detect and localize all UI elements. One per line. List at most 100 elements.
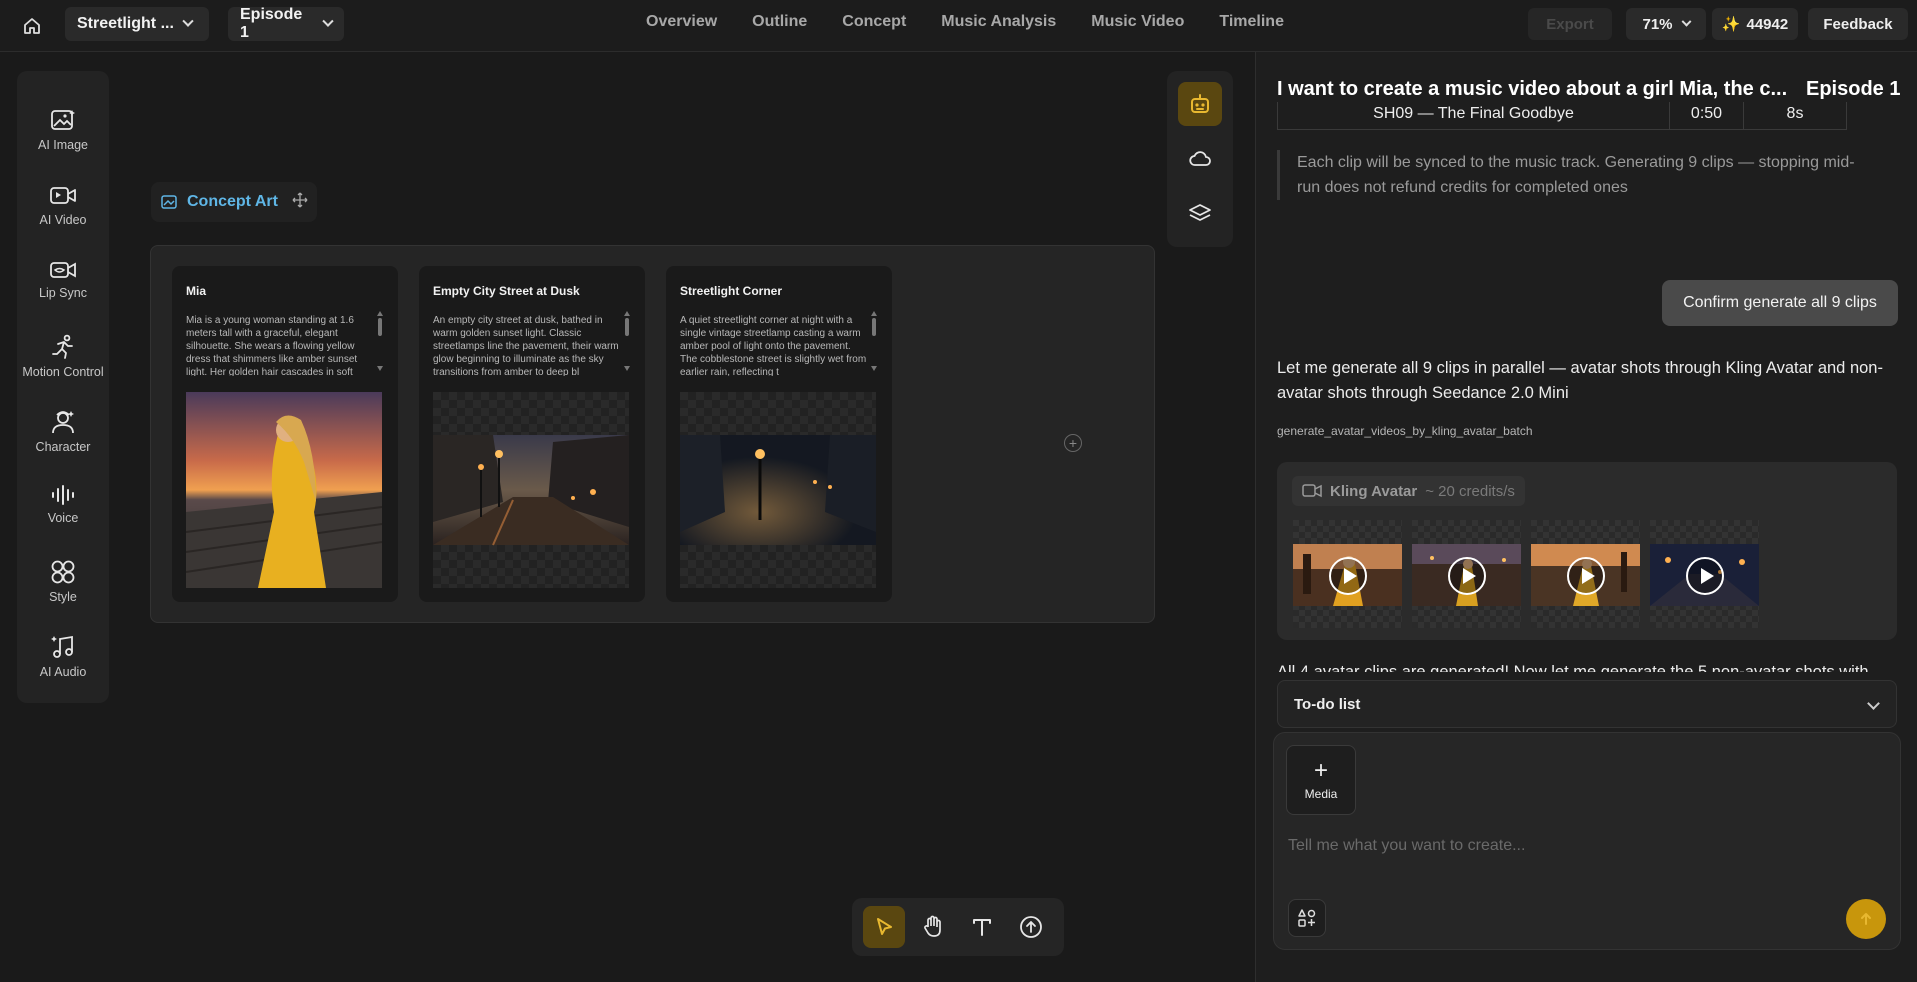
audio-icon: [51, 635, 73, 658]
scroll-down-icon[interactable]: [624, 366, 630, 371]
project-name: Streetlight ...: [77, 15, 174, 32]
tool-label: AI Video: [39, 213, 87, 227]
apps-icon: [1298, 909, 1316, 927]
hand-icon: [924, 915, 941, 937]
tool-voice[interactable]: Voice: [17, 462, 109, 532]
model-name: Kling Avatar: [1330, 482, 1418, 500]
nav-outline[interactable]: Outline: [752, 13, 807, 31]
scroll-up-icon[interactable]: [377, 311, 383, 316]
scroll-down-icon[interactable]: [377, 366, 383, 371]
feedback-button[interactable]: Feedback: [1808, 8, 1908, 40]
chat-input[interactable]: Tell me what you want to create...: [1288, 837, 1525, 855]
project-dropdown[interactable]: Streetlight ...: [65, 7, 209, 41]
nav-timeline[interactable]: Timeline: [1219, 13, 1284, 31]
confirm-generate-button[interactable]: Confirm generate all 9 clips: [1662, 280, 1898, 326]
scroll-up-icon[interactable]: [871, 311, 877, 316]
motion-icon: [52, 334, 73, 359]
play-icon[interactable]: [1448, 557, 1486, 595]
shot-duration: 8s: [1786, 104, 1804, 122]
cloud-button[interactable]: [1178, 137, 1222, 181]
main-nav: Overview Outline Concept Music Analysis …: [646, 0, 1319, 44]
add-media-button[interactable]: + Media: [1286, 745, 1356, 815]
tool-style[interactable]: Style: [17, 537, 109, 607]
concept-card-mia[interactable]: Mia Mia is a young woman standing at 1.6…: [172, 266, 398, 602]
hand-tool[interactable]: [912, 906, 954, 948]
voice-icon: [52, 485, 74, 505]
video-icon: [50, 187, 76, 204]
video-clip-1[interactable]: [1293, 520, 1402, 628]
nav-concept[interactable]: Concept: [842, 13, 906, 31]
select-tool[interactable]: [863, 906, 905, 948]
credits-badge[interactable]: ✨ 44942: [1712, 8, 1798, 40]
nav-music-video[interactable]: Music Video: [1091, 13, 1184, 31]
tool-label: Lip Sync: [39, 286, 87, 300]
upload-tool[interactable]: [1010, 906, 1052, 948]
play-icon[interactable]: [1329, 557, 1367, 595]
tool-ai-video[interactable]: AI Video: [17, 162, 109, 232]
image-icon: [161, 195, 177, 209]
play-icon[interactable]: [1567, 557, 1605, 595]
tool-label: AI Audio: [39, 665, 87, 679]
tool-ai-audio[interactable]: AI Audio: [17, 612, 109, 682]
kling-avatar-result: Kling Avatar ~ 20 credits/s: [1277, 462, 1897, 640]
model-credits: ~ 20 credits/s: [1425, 482, 1515, 500]
export-button[interactable]: Export: [1528, 8, 1612, 40]
todo-label: To-do list: [1294, 695, 1361, 713]
todo-list-toggle[interactable]: To-do list: [1277, 680, 1897, 728]
video-clip-2[interactable]: [1412, 520, 1521, 628]
add-card-button[interactable]: +: [1064, 434, 1082, 452]
video-clip-3[interactable]: [1531, 520, 1640, 628]
cursor-icon: [877, 918, 892, 935]
card-image[interactable]: [433, 392, 629, 588]
layers-icon: [1189, 204, 1211, 221]
card-image[interactable]: [680, 392, 876, 588]
nav-overview[interactable]: Overview: [646, 13, 717, 31]
send-button[interactable]: [1846, 899, 1886, 939]
tool-ai-image[interactable]: AI Image: [17, 87, 109, 157]
tool-motion-control[interactable]: Motion Control: [17, 312, 109, 394]
play-icon[interactable]: [1686, 557, 1724, 595]
tool-lip-sync[interactable]: Lip Sync: [17, 237, 109, 307]
sparkle-icon: ✨: [1721, 16, 1741, 33]
image-icon: [51, 110, 75, 130]
chevron-down-icon: [182, 15, 194, 27]
scrollbar[interactable]: [625, 318, 629, 336]
card-description: Mia is a young woman standing at 1.6 met…: [186, 315, 358, 376]
video-avatar-icon: [1302, 484, 1322, 498]
media-label: Media: [1304, 787, 1338, 801]
card-description: An empty city street at dusk, bathed in …: [433, 315, 619, 376]
tool-label: Voice: [47, 511, 79, 525]
concept-art-frame: Mia Mia is a young woman standing at 1.6…: [150, 245, 1155, 623]
concept-art-group-label[interactable]: Concept Art: [151, 182, 317, 222]
layers-button[interactable]: [1178, 192, 1222, 236]
cloud-icon: [1189, 151, 1211, 166]
scroll-up-icon[interactable]: [624, 311, 630, 316]
shot-time: 0:50: [1670, 98, 1744, 129]
upload-icon: [1020, 916, 1042, 938]
home-icon[interactable]: [16, 10, 48, 42]
concept-card-streetlight-corner[interactable]: Streetlight Corner A quiet streetlight c…: [666, 266, 892, 602]
tool-label: Motion Control: [22, 365, 104, 379]
scroll-down-icon[interactable]: [871, 366, 877, 371]
scrollbar[interactable]: [872, 318, 876, 336]
chat-episode: Episode 1: [1806, 78, 1901, 100]
zoom-dropdown[interactable]: 71%: [1626, 8, 1706, 40]
chevron-down-icon: [322, 15, 334, 27]
nav-music-analysis[interactable]: Music Analysis: [941, 13, 1056, 31]
text-tool[interactable]: [961, 906, 1003, 948]
concept-card-city-street[interactable]: Empty City Street at Dusk An empty city …: [419, 266, 645, 602]
table-row: SH09 — The Final Goodbye 0:50 8s: [1277, 98, 1847, 130]
video-clip-4[interactable]: [1650, 520, 1759, 628]
tool-character[interactable]: Character: [17, 387, 109, 457]
episode-dropdown[interactable]: Episode 1: [228, 6, 344, 41]
zoom-level: 71%: [1642, 15, 1673, 33]
arrow-up-icon: [1861, 913, 1871, 925]
move-icon[interactable]: [292, 192, 308, 213]
chat-panel: SH09 — The Final Goodbye 0:50 8s I want …: [1255, 52, 1917, 982]
card-image[interactable]: [185, 392, 383, 588]
robot-icon: [1191, 94, 1209, 113]
chevron-down-icon: [1681, 16, 1691, 27]
assistant-button[interactable]: [1178, 82, 1222, 126]
tools-button[interactable]: [1288, 899, 1326, 937]
scrollbar[interactable]: [378, 318, 382, 336]
